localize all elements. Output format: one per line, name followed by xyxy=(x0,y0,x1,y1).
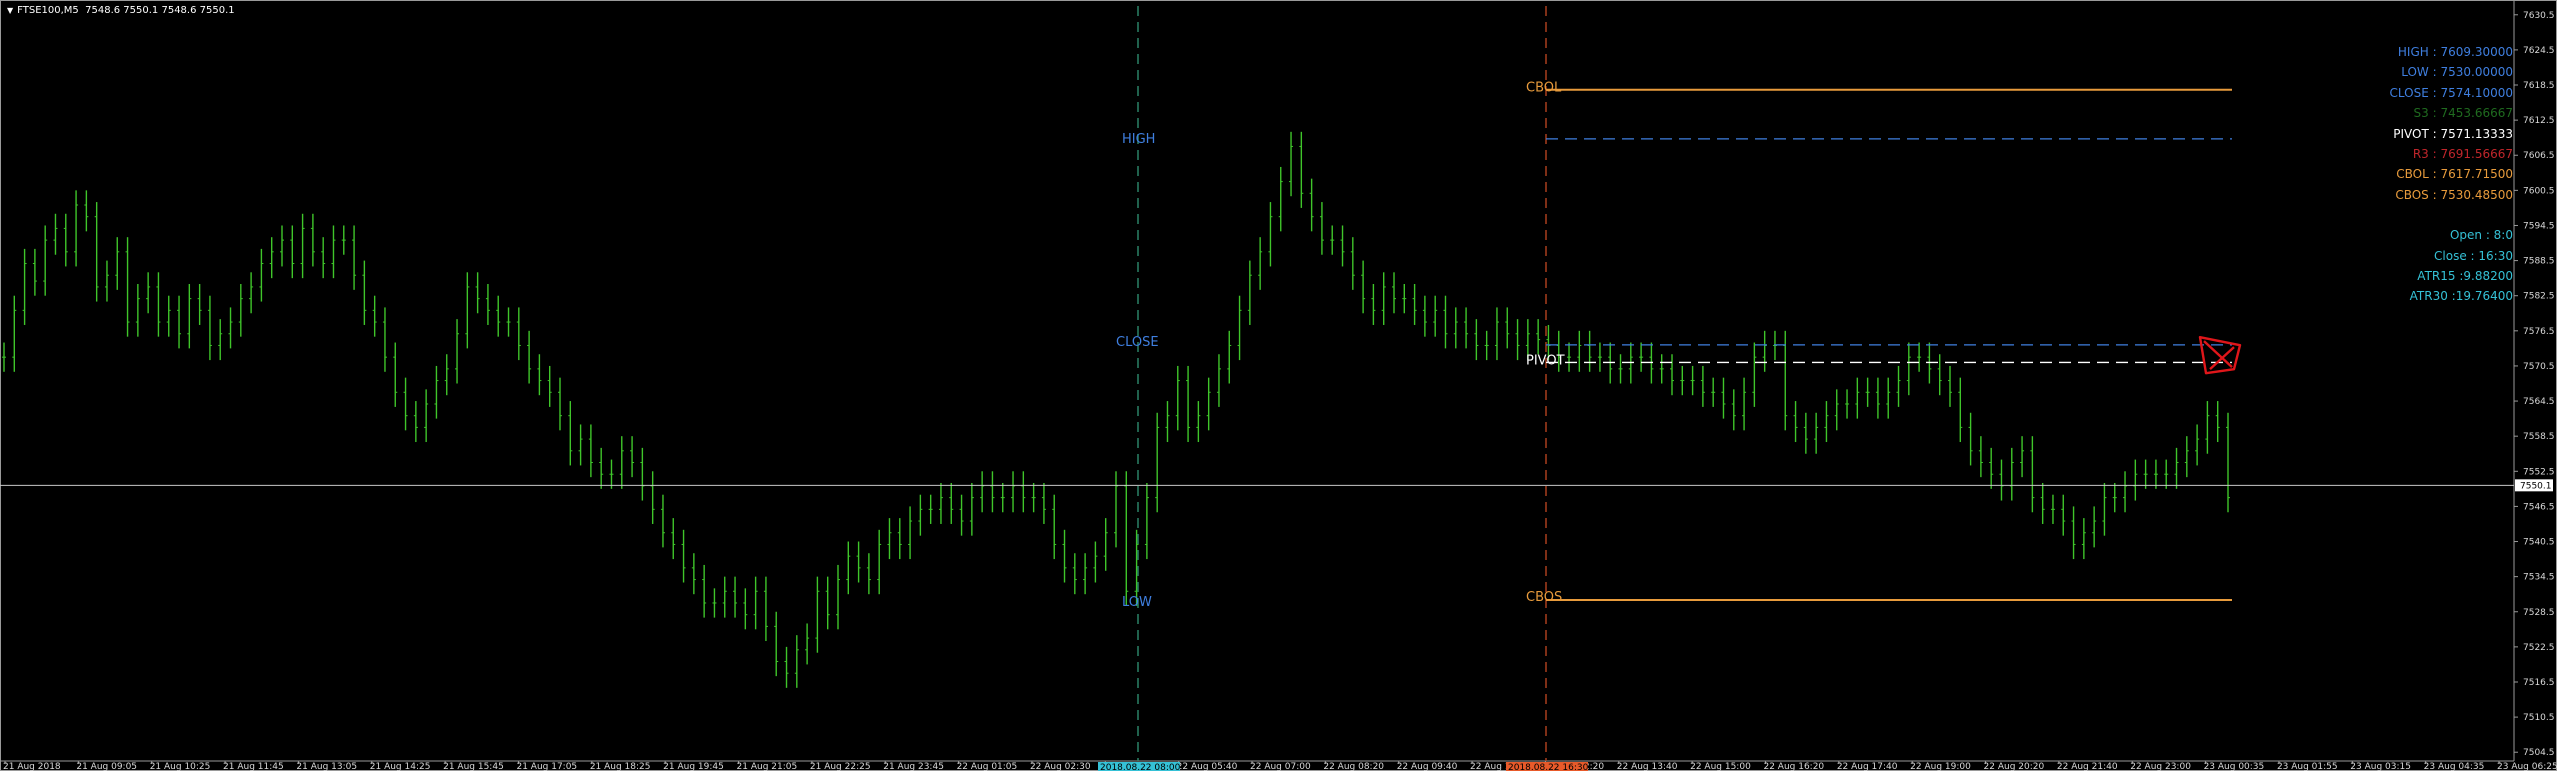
price-tick-label: 7606.5 xyxy=(2523,151,2555,161)
time-tick-label: 21 Aug 22:25 xyxy=(810,762,871,771)
price-tick-label: 7582.5 xyxy=(2523,292,2555,302)
price-tick-label: 7510.5 xyxy=(2523,713,2555,723)
time-tick-label: 23 Aug 04:35 xyxy=(2424,762,2485,771)
price-tick-label: 7600.5 xyxy=(2523,186,2555,196)
time-tick-label: 22 Aug 17:40 xyxy=(1837,762,1898,771)
window-border xyxy=(0,0,2557,771)
high-label: HIGH xyxy=(1122,132,1155,147)
price-tick-label: 7564.5 xyxy=(2523,397,2555,407)
cbos-label: CBOS xyxy=(1526,590,1562,605)
info-panel-line: CBOS : 7530.48500 xyxy=(2395,187,2513,202)
chart-window[interactable]: 7630.5 7624.5 7618.5 7612.5 7606.5 7600.5 7594… xyxy=(0,0,2557,771)
info-panel-line: CLOSE : 7574.10000 xyxy=(2389,85,2513,100)
time-tick-label: 21 Aug 21:05 xyxy=(737,762,798,771)
info-panel-line: HIGH : 7609.30000 xyxy=(2397,45,2513,59)
chart-menu-arrow-icon[interactable]: ▼ xyxy=(7,6,13,15)
price-tick-label: 7618.5 xyxy=(2523,81,2555,91)
time-tick-label: 22 Aug 15:00 xyxy=(1690,762,1751,771)
time-tick-label: 22 Aug 19:00 xyxy=(1910,762,1971,771)
price-tick-label: 7570.5 xyxy=(2523,362,2555,372)
price-tick-label: 7516.5 xyxy=(2523,678,2555,688)
time-tick-label: 23 Aug 06:25 xyxy=(2497,762,2557,771)
time-tick-label: 21 Aug 13:05 xyxy=(296,762,357,771)
time-tick-label: 21 Aug 17:05 xyxy=(516,762,577,771)
time-tick-label: 22 Aug 07:00 xyxy=(1250,762,1311,771)
session-open-time: 2018.08.22 08:00 xyxy=(1100,763,1181,771)
info-panel-line: ATR30 :19.76400 xyxy=(2409,289,2513,304)
price-tick-label: 7630.5 xyxy=(2523,11,2555,21)
price-tick-label: 7624.5 xyxy=(2523,46,2555,56)
price-tick-label: 7552.5 xyxy=(2523,467,2555,477)
time-tick-label: 22 Aug 02:30 xyxy=(1030,762,1091,771)
info-panel-line: CBOL : 7617.71500 xyxy=(2396,167,2513,182)
info-panel-line: Open : 8:0 xyxy=(2449,228,2513,243)
time-tick-label: 21 Aug 18:25 xyxy=(590,762,651,771)
time-tick-label: 21 Aug 11:45 xyxy=(223,762,284,771)
time-tick-label: 23 Aug 03:15 xyxy=(2350,762,2411,771)
time-tick-label: 21 Aug 09:05 xyxy=(76,762,137,771)
chart-frame[interactable]: 7630.5 7624.5 7618.5 7612.5 7606.5 7600.5 7594… xyxy=(0,0,2557,771)
price-tick-label: 7558.5 xyxy=(2523,432,2555,442)
time-tick-label: 21 Aug 19:45 xyxy=(663,762,724,771)
time-tick-label: 22 Aug 05:40 xyxy=(1177,762,1238,771)
price-tick-label: 7576.5 xyxy=(2523,327,2555,337)
price-tick-label: 7594.5 xyxy=(2523,221,2555,231)
time-tick-label: 21 Aug 14:25 xyxy=(370,762,431,771)
info-panel-line: LOW : 7530.00000 xyxy=(2401,65,2513,80)
ohlc-readout: 7548.6 7550.1 7548.6 7550.1 xyxy=(85,5,235,16)
cbol-label: CBOL xyxy=(1526,81,1562,96)
price-tick-label: 7612.5 xyxy=(2523,116,2555,126)
time-tick-label: 22 Aug 13:40 xyxy=(1617,762,1678,771)
symbol-title: ▼ FTSE100,M5 7548.6 7550.1 7548.6 7550.1 xyxy=(7,5,235,16)
low-label: LOW xyxy=(1122,595,1152,610)
price-tick-label: 7546.5 xyxy=(2523,502,2555,512)
time-tick-label: 22 Aug 01:05 xyxy=(957,762,1018,771)
price-tick-label: 7534.5 xyxy=(2523,573,2555,583)
close-label: CLOSE xyxy=(1116,335,1159,350)
time-tick-label: 22 Aug 21:40 xyxy=(2057,762,2118,771)
price-tick-label: 7528.5 xyxy=(2523,608,2555,618)
time-tick-label: 22 Aug 20:20 xyxy=(1984,762,2045,771)
current-price-label: 7550.1 xyxy=(2520,481,2552,491)
time-tick-label: 21 Aug 15:45 xyxy=(443,762,504,771)
time-tick-label: 23 Aug 00:35 xyxy=(2204,762,2265,771)
time-tick-label: 21 Aug 23:45 xyxy=(883,762,944,771)
time-tick-label: 22 Aug 23:00 xyxy=(2130,762,2191,771)
time-tick-label: 21 Aug 2018 xyxy=(3,762,61,771)
info-panel-line: PIVOT : 7571.13333 xyxy=(2393,126,2513,141)
time-tick-label: 21 Aug 10:25 xyxy=(150,762,211,771)
symbol-name: FTSE100,M5 xyxy=(17,5,79,16)
info-panel-line: R3 : 7691.56667 xyxy=(2412,147,2513,161)
price-tick-label: 7540.5 xyxy=(2523,538,2555,548)
pivot-label: PIVOT xyxy=(1526,353,1565,368)
session-close-time: 2018.08.22 16:30 xyxy=(1508,763,1589,771)
price-tick-label: 7522.5 xyxy=(2523,643,2555,653)
time-tick-label: 22 Aug 08:20 xyxy=(1323,762,1384,771)
hand-drawn-marker[interactable] xyxy=(2198,335,2242,375)
time-tick-label: 22 Aug 09:40 xyxy=(1397,762,1458,771)
time-tick-label: 22 Aug 16:20 xyxy=(1763,762,1824,771)
info-panel-line: ATR15 :9.88200 xyxy=(2417,269,2513,283)
price-tick-label: 7588.5 xyxy=(2523,257,2555,267)
time-tick-label: 23 Aug 01:55 xyxy=(2277,762,2338,771)
price-tick-label: 7504.5 xyxy=(2523,748,2555,758)
info-panel-line: S3 : 7453.66667 xyxy=(2413,106,2513,121)
info-panel-line: Close : 16:30 xyxy=(2434,248,2513,263)
